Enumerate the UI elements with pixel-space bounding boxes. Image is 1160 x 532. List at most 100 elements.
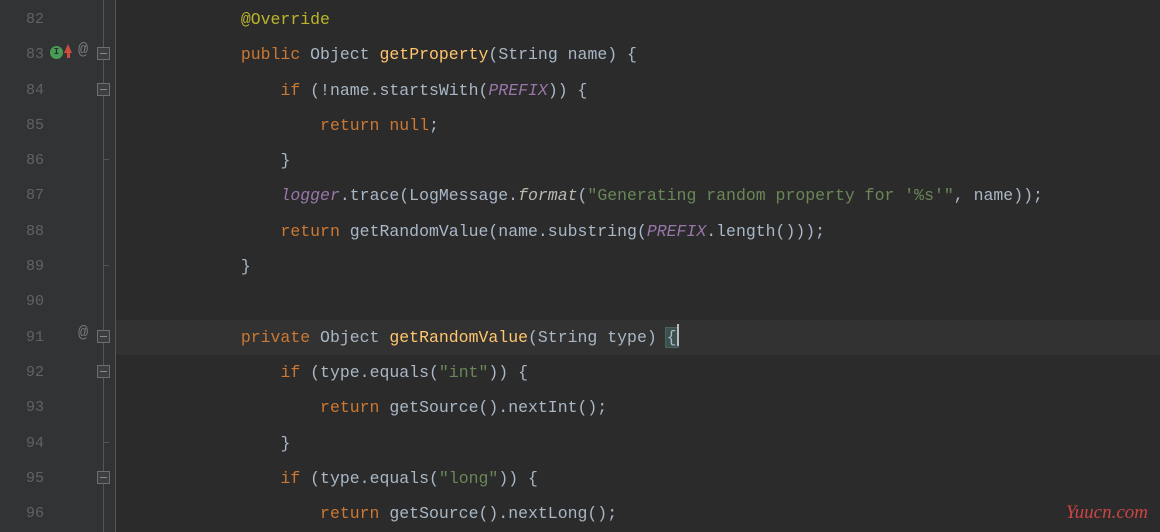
code-line[interactable]: return getSource().nextLong(); <box>116 496 1160 531</box>
token-cls: Object <box>310 45 369 64</box>
code-line[interactable]: return getRandomValue(name.substring(PRE… <box>116 214 1160 249</box>
token-kw: if <box>280 363 300 382</box>
fold-collapse-icon[interactable] <box>97 83 110 96</box>
token-kw: private <box>241 328 310 347</box>
token-kw: return <box>280 222 339 241</box>
token-ws <box>122 434 280 453</box>
annotation-cell <box>56 141 96 176</box>
code-line[interactable]: logger.trace(LogMessage.format("Generati… <box>116 178 1160 213</box>
line-number: 82 <box>0 2 56 37</box>
token-txt: getSource().nextLong(); <box>389 504 617 523</box>
token-str: "long" <box>439 469 498 488</box>
annotation-cell: I@ <box>56 35 96 70</box>
token-txt: ( <box>488 45 498 64</box>
token-ws <box>300 81 310 100</box>
fold-collapse-icon[interactable] <box>97 330 110 343</box>
token-kw: return null <box>320 116 429 135</box>
fold-cell <box>96 282 115 317</box>
code-line[interactable]: @Override <box>116 2 1160 37</box>
token-mtd: getRandomValue <box>389 328 528 347</box>
fold-cell <box>96 0 115 35</box>
fold-cell <box>96 106 115 141</box>
token-ws <box>122 469 280 488</box>
code-line[interactable]: } <box>116 249 1160 284</box>
token-ws <box>300 363 310 382</box>
token-fld: PREFIX <box>488 81 547 100</box>
token-ws <box>379 328 389 347</box>
token-mtd: getProperty <box>379 45 488 64</box>
annotation-cell <box>56 71 96 106</box>
line-number: 88 <box>0 214 56 249</box>
token-ws <box>122 363 280 382</box>
token-txt: )) { <box>548 81 588 100</box>
annotation-cell <box>56 494 96 529</box>
token-ws <box>379 398 389 417</box>
token-txt: ; <box>429 116 439 135</box>
token-txt: getRandomValue(name.substring( <box>350 222 647 241</box>
fold-cell <box>96 247 115 282</box>
line-number: 95 <box>0 461 56 496</box>
code-line[interactable]: } <box>116 426 1160 461</box>
at-gutter-icon[interactable]: @ <box>78 325 88 342</box>
fold-collapse-icon[interactable] <box>97 471 110 484</box>
fold-cell <box>96 353 115 388</box>
token-kw: if <box>280 81 300 100</box>
at-gutter-icon[interactable]: @ <box>78 42 88 59</box>
token-ws <box>300 45 310 64</box>
line-number: 96 <box>0 496 56 531</box>
line-number: 92 <box>0 355 56 390</box>
line-number: 87 <box>0 178 56 213</box>
code-area[interactable]: @Override public Object getProperty(Stri… <box>116 0 1160 532</box>
token-txt: } <box>280 434 290 453</box>
token-ws <box>310 328 320 347</box>
code-line[interactable]: return null; <box>116 108 1160 143</box>
annotation-cell <box>56 459 96 494</box>
fold-end-icon <box>97 259 110 272</box>
token-ws <box>122 328 241 347</box>
code-editor[interactable]: 828384858687888990919293949596 I@@ @Over… <box>0 0 1160 532</box>
annotation-cell <box>56 424 96 459</box>
fold-cell <box>96 176 115 211</box>
fold-collapse-icon[interactable] <box>97 47 110 60</box>
code-line[interactable]: public Object getProperty(String name) { <box>116 37 1160 72</box>
token-ws <box>340 222 350 241</box>
fold-end-icon <box>97 436 110 449</box>
token-txt: )) { <box>488 363 528 382</box>
token-str: "int" <box>439 363 489 382</box>
fold-column <box>96 0 116 532</box>
token-cls: String <box>498 45 557 64</box>
override-badge-icon[interactable]: I <box>50 46 63 59</box>
token-txt: ( <box>528 328 538 347</box>
code-line[interactable]: } <box>116 143 1160 178</box>
token-cls: Object <box>320 328 379 347</box>
code-line[interactable]: if (type.equals("long")) { <box>116 461 1160 496</box>
token-str: "Generating random property for '%s'" <box>587 186 953 205</box>
line-number: 83 <box>0 37 56 72</box>
code-line[interactable] <box>116 284 1160 319</box>
line-number: 94 <box>0 426 56 461</box>
token-ws <box>122 116 320 135</box>
fold-cell <box>96 318 115 353</box>
line-number: 91 <box>0 320 56 355</box>
annotation-cell: @ <box>56 318 96 353</box>
token-kw: public <box>241 45 300 64</box>
annotation-cell <box>56 212 96 247</box>
code-line[interactable]: private Object getRandomValue(String typ… <box>116 320 1160 355</box>
token-txt: } <box>241 257 251 276</box>
token-ann: @Override <box>241 10 330 29</box>
annotation-cell <box>56 0 96 35</box>
line-number: 90 <box>0 284 56 319</box>
token-txt: )) { <box>498 469 538 488</box>
code-line[interactable]: if (type.equals("int")) { <box>116 355 1160 390</box>
code-line[interactable]: if (!name.startsWith(PREFIX)) { <box>116 73 1160 108</box>
code-line[interactable]: return getSource().nextInt(); <box>116 390 1160 425</box>
annotation-cell <box>56 247 96 282</box>
line-number-gutter: 828384858687888990919293949596 <box>0 0 56 532</box>
token-txt: (!name.startsWith( <box>310 81 488 100</box>
token-txt: type) <box>607 328 666 347</box>
token-txt: ( <box>578 186 588 205</box>
line-number: 85 <box>0 108 56 143</box>
fold-collapse-icon[interactable] <box>97 365 110 378</box>
text-caret <box>677 324 679 346</box>
line-number: 93 <box>0 390 56 425</box>
